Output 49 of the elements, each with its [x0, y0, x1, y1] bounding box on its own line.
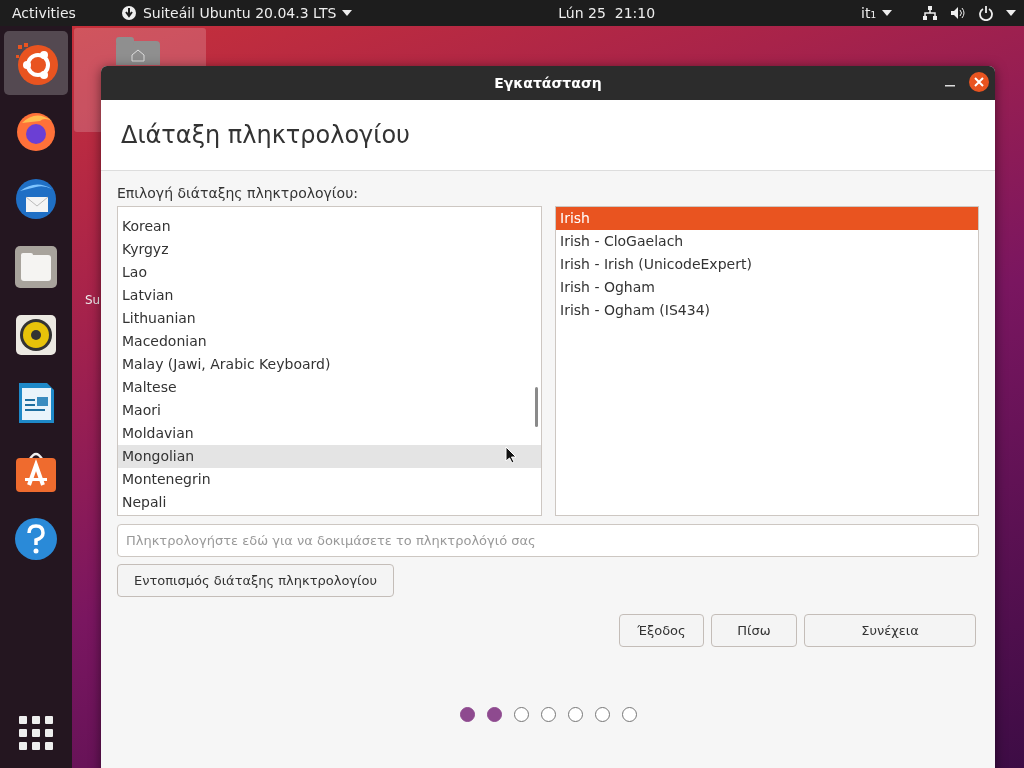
- desktop-icon-label: Su: [85, 293, 101, 307]
- app-grid-icon[interactable]: [19, 716, 53, 750]
- scrollbar[interactable]: [535, 387, 538, 427]
- quit-button[interactable]: Έξοδος: [619, 614, 704, 647]
- folder-icon[interactable]: [14, 245, 58, 289]
- detect-layout-button[interactable]: Εντοπισμός διάταξης πληκτρολογίου: [117, 564, 394, 597]
- list-item[interactable]: Latvian: [118, 284, 541, 307]
- caret-icon: [342, 10, 353, 16]
- speaker-icon[interactable]: [14, 313, 58, 357]
- list-item[interactable]: Korean: [118, 215, 541, 238]
- list-item[interactable]: Malay (Jawi, Arabic Keyboard): [118, 353, 541, 376]
- list-item[interactable]: Irish: [556, 207, 978, 230]
- list-item[interactable]: Irish - Irish (UnicodeExpert): [556, 253, 978, 276]
- variant-list[interactable]: Irish Irish - CloGaelach Irish - Irish (UnicodeExpert) Irish - Ogham Irish - Ogham (IS434): [555, 206, 979, 516]
- list-item[interactable]: Lithuanian: [118, 307, 541, 330]
- power-icon[interactable]: [978, 5, 994, 21]
- mouse-pointer-icon: [505, 446, 517, 464]
- test-input-field[interactable]: Πληκτρολογήστε εδώ για να δοκιμάσετε το πληκτρολόγιό σας: [117, 524, 979, 557]
- list-item[interactable]: Mongolian: [118, 445, 541, 468]
- list-item[interactable]: Nepali: [118, 491, 541, 514]
- page-heading: Διάταξη πληκτρολογίου: [121, 121, 410, 149]
- ubuntu-logo-icon[interactable]: [14, 41, 58, 85]
- activities-button[interactable]: Activities: [12, 5, 76, 21]
- list-item[interactable]: Montenegrin: [118, 468, 541, 491]
- volume-icon[interactable]: [950, 5, 966, 21]
- continue-button[interactable]: Συνέχεια: [804, 614, 976, 647]
- download-icon: [120, 5, 137, 21]
- list-item[interactable]: Macedonian: [118, 330, 541, 353]
- help-icon[interactable]: [14, 517, 58, 561]
- list-item[interactable]: Irish - Ogham: [556, 276, 978, 299]
- input-source-menu[interactable]: it₁: [861, 5, 892, 21]
- mail-icon[interactable]: [14, 177, 58, 221]
- network-icon[interactable]: [922, 5, 938, 21]
- window-title: Εγκατάσταση: [494, 75, 602, 91]
- list-item[interactable]: Kyrgyz: [118, 238, 541, 261]
- back-button[interactable]: Πίσω: [711, 614, 797, 647]
- list-item[interactable]: Maori: [118, 399, 541, 422]
- layout-list[interactable]: Korean Kyrgyz Lao Latvian Lithuanian Macedonian Malay (Jawi, Arabic Keyboard) Maltese Maori Moldavian Mongolian Montenegrin Nepali: [117, 206, 542, 516]
- caret-icon: [1006, 10, 1016, 16]
- list-label: Επιλογή διάταξης πληκτρολογίου:: [117, 185, 359, 201]
- caret-icon: [882, 10, 892, 16]
- clock[interactable]: Lún 25 21:10: [558, 5, 656, 21]
- list-item[interactable]: Moldavian: [118, 422, 541, 445]
- list-item[interactable]: Maltese: [118, 376, 541, 399]
- app-menu[interactable]: Suiteáil Ubuntu 20.04.3 LTS: [120, 5, 353, 21]
- close-icon[interactable]: [969, 72, 989, 92]
- list-item[interactable]: Irish - Ogham (IS434): [556, 299, 978, 322]
- list-item[interactable]: Irish - CloGaelach: [556, 230, 978, 253]
- list-item[interactable]: Lao: [118, 261, 541, 284]
